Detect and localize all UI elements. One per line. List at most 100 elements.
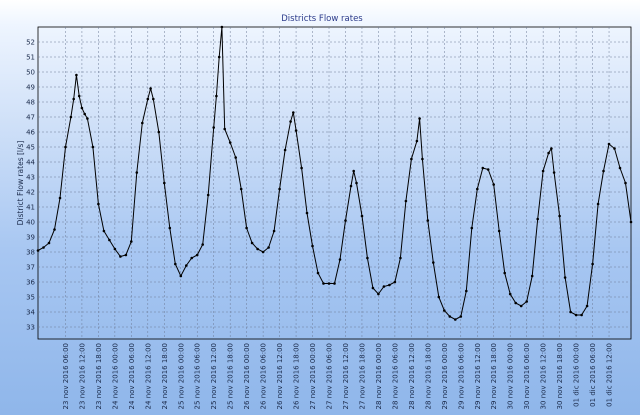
y-tick-label: 34 xyxy=(26,309,35,317)
data-point xyxy=(228,141,232,144)
flow-rate-chart: Districts Flow rates District Flow rates… xyxy=(16,14,633,409)
data-point xyxy=(333,282,336,285)
data-point xyxy=(69,115,73,119)
y-tick-label: 45 xyxy=(26,144,35,152)
data-point xyxy=(64,145,67,149)
data-point xyxy=(613,147,616,150)
data-point xyxy=(541,169,545,173)
x-axis: 23 nov 2016 06:00 23 nov 2016 12:00 23 nov… xyxy=(62,343,614,409)
data-point xyxy=(146,97,150,101)
data-point xyxy=(179,274,183,278)
data-point xyxy=(135,171,139,174)
x-tick-label: 25 nov 2016 12:00 xyxy=(210,343,218,409)
data-point xyxy=(607,142,611,146)
x-tick-label: 25 nov 2016 06:00 xyxy=(194,343,202,409)
y-tick-label: 44 xyxy=(26,159,35,167)
x-tick-label: 23 nov 2016 18:00 xyxy=(95,343,103,409)
data-point xyxy=(75,73,78,77)
data-point xyxy=(454,318,457,321)
data-point xyxy=(300,166,303,170)
y-tick-label: 40 xyxy=(26,219,35,227)
data-point xyxy=(470,226,474,230)
y-tick-label: 52 xyxy=(26,39,35,47)
data-point xyxy=(366,256,369,260)
data-point xyxy=(220,25,224,29)
data-point xyxy=(283,148,287,152)
data-point xyxy=(53,228,56,231)
y-tick-label: 51 xyxy=(26,54,35,62)
data-point xyxy=(443,309,446,312)
x-tick-label: 29 nov 2016 00:00 xyxy=(441,343,449,409)
x-tick-label: 23 nov 2016 06:00 xyxy=(62,343,70,409)
data-point xyxy=(569,310,572,314)
data-point xyxy=(195,253,199,257)
data-point xyxy=(157,130,161,134)
x-tick-label: 26 nov 2016 00:00 xyxy=(243,343,251,409)
data-point xyxy=(476,187,479,191)
data-point xyxy=(212,126,215,129)
y-tick-label: 42 xyxy=(26,189,35,197)
x-tick-label: 28 nov 2016 06:00 xyxy=(391,343,399,409)
data-point xyxy=(42,246,45,249)
data-point xyxy=(261,250,265,254)
data-point xyxy=(234,156,237,159)
data-point xyxy=(152,97,155,101)
data-point xyxy=(344,219,347,222)
chart-title: Districts Flow rates xyxy=(281,14,363,24)
data-point xyxy=(418,117,421,120)
y-tick-label: 49 xyxy=(26,84,35,92)
x-tick-label: 24 nov 2016 06:00 xyxy=(128,343,136,409)
data-point xyxy=(355,181,358,185)
chart-window: Districts Flow rates District Flow rates… xyxy=(0,0,640,415)
data-point xyxy=(267,246,270,249)
x-tick-label: 01 dic 2016 06:00 xyxy=(589,343,597,407)
y-tick-label: 39 xyxy=(26,234,35,242)
data-point xyxy=(77,94,81,98)
data-point xyxy=(486,168,490,171)
data-point xyxy=(245,226,248,230)
data-point xyxy=(292,111,295,114)
x-tick-label: 23 nov 2016 12:00 xyxy=(78,343,86,409)
data-point xyxy=(591,262,594,266)
x-tick-label: 28 nov 2016 12:00 xyxy=(408,343,416,409)
data-point xyxy=(415,139,419,143)
y-tick-label: 38 xyxy=(26,249,35,257)
y-tick-label: 36 xyxy=(26,279,35,287)
data-point xyxy=(574,313,578,317)
x-tick-label: 26 nov 2016 18:00 xyxy=(293,343,301,409)
data-point xyxy=(289,120,292,123)
x-tick-label: 30 nov 2016 18:00 xyxy=(556,343,564,409)
data-point xyxy=(393,280,397,284)
x-tick-label: 24 nov 2016 00:00 xyxy=(111,343,119,409)
data-point xyxy=(168,226,172,230)
x-tick-label: 29 nov 2016 12:00 xyxy=(474,343,482,409)
data-point xyxy=(58,196,62,200)
data-point xyxy=(215,94,218,98)
data-point xyxy=(596,202,600,206)
data-point xyxy=(459,315,463,318)
y-axis-label: District Flow rates [l/s] xyxy=(16,141,25,226)
data-point xyxy=(201,243,204,246)
data-point xyxy=(102,229,106,233)
data-point xyxy=(119,255,122,258)
data-point xyxy=(305,211,309,215)
y-tick-label: 33 xyxy=(26,324,35,332)
data-point xyxy=(86,117,89,120)
y-tick-label: 43 xyxy=(26,174,35,182)
y-tick-label: 48 xyxy=(26,99,35,107)
data-point xyxy=(352,169,356,173)
x-tick-label: 28 nov 2016 00:00 xyxy=(375,343,383,409)
x-tick-label: 25 nov 2016 00:00 xyxy=(177,343,185,409)
data-point xyxy=(108,238,111,242)
data-point xyxy=(113,247,117,251)
data-point xyxy=(206,193,210,197)
data-point xyxy=(256,247,259,251)
x-tick-label: 01 dic 2016 12:00 xyxy=(606,343,614,407)
data-point xyxy=(338,258,342,261)
data-point xyxy=(530,274,534,278)
data-point xyxy=(174,262,177,266)
data-point xyxy=(432,261,435,264)
data-point xyxy=(497,229,501,233)
data-point xyxy=(550,147,553,150)
data-point xyxy=(349,184,353,188)
